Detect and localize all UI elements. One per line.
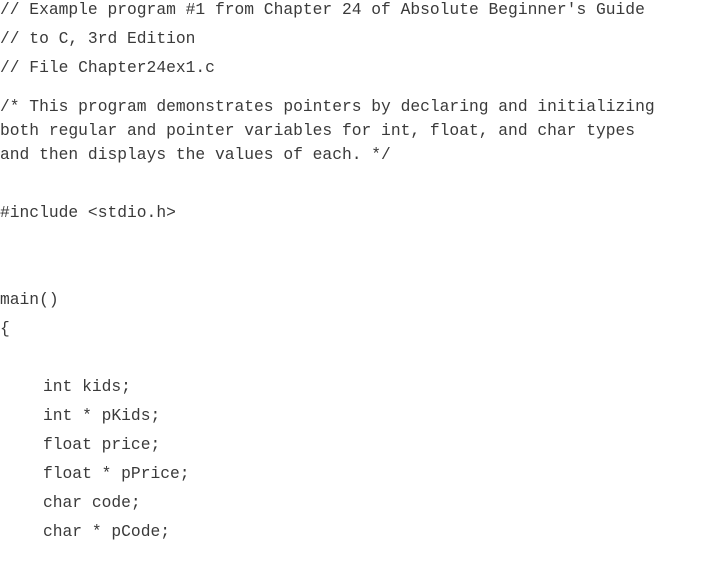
declaration-line: int kids; bbox=[43, 377, 131, 396]
header-comment-line: // Example program #1 from Chapter 24 of… bbox=[0, 0, 645, 19]
block-comment-line: and then displays the values of each. */ bbox=[0, 145, 391, 164]
open-brace: { bbox=[0, 319, 10, 338]
declaration-line: char * pCode; bbox=[43, 522, 171, 541]
declaration-line: char code; bbox=[43, 493, 141, 512]
include-directive: #include <stdio.h> bbox=[0, 203, 176, 222]
header-comment-line: // File Chapter24ex1.c bbox=[0, 58, 215, 77]
main-function-signature: main() bbox=[0, 290, 59, 309]
code-listing: // Example program #1 from Chapter 24 of… bbox=[0, 0, 705, 541]
block-comment-line: /* This program demonstrates pointers by… bbox=[0, 97, 655, 116]
header-comment-line: // to C, 3rd Edition bbox=[0, 29, 196, 48]
declaration-line: int * pKids; bbox=[43, 406, 161, 425]
block-comment-line: both regular and pointer variables for i… bbox=[0, 121, 636, 140]
declaration-line: float price; bbox=[43, 435, 161, 454]
declaration-line: float * pPrice; bbox=[43, 464, 190, 483]
